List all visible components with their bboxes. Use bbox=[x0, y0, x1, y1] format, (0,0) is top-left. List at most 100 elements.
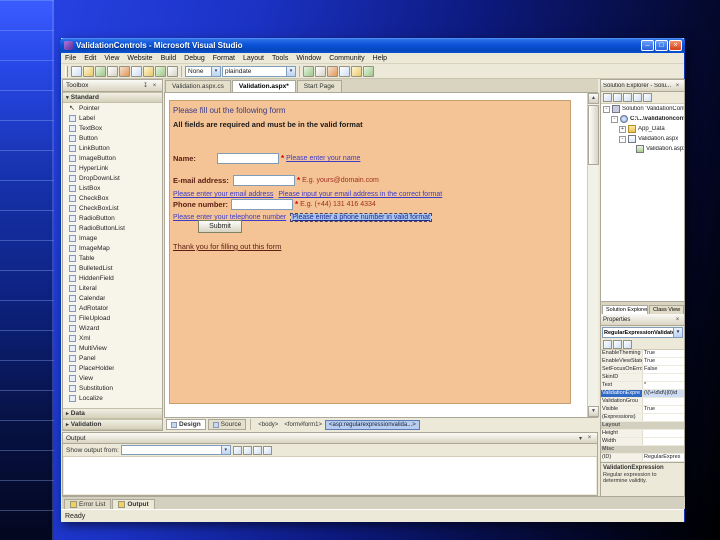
editor-vertical-scrollbar[interactable]: ▲ ▼ bbox=[587, 93, 599, 417]
toolbox-item-checkboxlist[interactable]: CheckBoxList bbox=[63, 203, 162, 213]
toolbox-item-image[interactable]: Image bbox=[63, 233, 162, 243]
redo-icon[interactable] bbox=[167, 65, 178, 77]
toolbox-item-linkbutton[interactable]: LinkButton bbox=[63, 143, 162, 153]
toolbox-section-standard[interactable]: ▾ Standard bbox=[63, 92, 162, 103]
font-name-combo[interactable]: plaindate ▾ bbox=[222, 65, 296, 77]
expander-icon[interactable]: - bbox=[611, 115, 618, 123]
tree-item-solution-validationcontrols-1[interactable]: - Solution 'ValidationControls' (1 bbox=[601, 104, 684, 114]
toolbox-item-listbox[interactable]: ListBox bbox=[63, 183, 162, 193]
property-row-visible[interactable]: Visible True bbox=[601, 406, 684, 414]
toolbox-item-radiobuttonlist[interactable]: RadioButtonList bbox=[63, 223, 162, 233]
property-row-enabletheming[interactable]: EnableTheming True bbox=[601, 350, 684, 358]
expander-icon[interactable]: - bbox=[619, 135, 626, 143]
toolbox-item-substitution[interactable]: Substitution bbox=[63, 383, 162, 393]
chevron-down-icon[interactable]: ▾ bbox=[576, 435, 585, 442]
copy-icon[interactable] bbox=[131, 65, 142, 77]
property-pages-icon[interactable] bbox=[623, 339, 632, 349]
design-surface[interactable]: Please fill out the following form All f… bbox=[164, 93, 587, 417]
menu-item-tools[interactable]: Tools bbox=[268, 55, 292, 62]
menu-item-help[interactable]: Help bbox=[369, 55, 391, 62]
block-format-combo[interactable]: None ▾ bbox=[185, 65, 221, 77]
solution-explorer-icon[interactable] bbox=[315, 65, 326, 77]
toolbox-section-data[interactable]: ▸ Data bbox=[63, 408, 162, 419]
save-icon[interactable] bbox=[95, 65, 106, 77]
close-icon[interactable]: × bbox=[150, 83, 159, 89]
expander-icon[interactable]: - bbox=[603, 105, 610, 113]
toolbox-item-hiddenfield[interactable]: HiddenField bbox=[63, 273, 162, 283]
go-to-message-icon[interactable] bbox=[252, 445, 262, 455]
toolbox-item-table[interactable]: Table bbox=[63, 253, 162, 263]
toggle-word-wrap-icon[interactable] bbox=[242, 445, 252, 455]
toolbox-item-textbox[interactable]: TextBox bbox=[63, 123, 162, 133]
minimize-button[interactable]: – bbox=[641, 40, 654, 51]
window-title-bar[interactable]: ValidationControls - Microsoft Visual St… bbox=[60, 38, 685, 53]
tab-error-list[interactable]: Error List bbox=[64, 499, 112, 509]
properties-icon[interactable] bbox=[603, 93, 612, 102]
property-row-validationgrou[interactable]: ValidationGrou bbox=[601, 398, 684, 406]
property-row-skinid[interactable]: SkinID bbox=[601, 374, 684, 382]
property-row-layout[interactable]: Layout bbox=[601, 422, 684, 430]
property-row-height[interactable]: Height bbox=[601, 430, 684, 438]
tab-start-page[interactable]: Start Page bbox=[296, 80, 342, 92]
toolbox-item-imagemap[interactable]: ImageMap bbox=[63, 243, 162, 253]
toolbox-item-multiview[interactable]: MultiView bbox=[63, 343, 162, 353]
view-code-icon[interactable] bbox=[633, 93, 642, 102]
tab-solution-explorer[interactable]: Solution Explorer bbox=[602, 305, 648, 314]
scroll-down-icon[interactable]: ▼ bbox=[588, 406, 599, 417]
paste-icon[interactable] bbox=[143, 65, 154, 77]
open-file-icon[interactable] bbox=[83, 65, 94, 77]
toolbox-item-label[interactable]: Label bbox=[63, 113, 162, 123]
new-file-icon[interactable] bbox=[71, 65, 82, 77]
menu-item-file[interactable]: File bbox=[61, 55, 80, 62]
toolbox-item-dropdownlist[interactable]: DropDownList bbox=[63, 173, 162, 183]
menu-item-website[interactable]: Website bbox=[123, 55, 156, 62]
toolbox-item-hyperlink[interactable]: HyperLink bbox=[63, 163, 162, 173]
phone-input[interactable] bbox=[231, 199, 293, 210]
tab-validation-aspx[interactable]: Validation.aspx* bbox=[231, 80, 296, 92]
toolbox-item-imagebutton[interactable]: ImageButton bbox=[63, 153, 162, 163]
menu-item-layout[interactable]: Layout bbox=[239, 55, 268, 62]
property-row-enableviewstate[interactable]: EnableViewState True bbox=[601, 358, 684, 366]
email-format-validator[interactable]: Please input your email address in the c… bbox=[278, 191, 442, 198]
toolbox-item-radiobutton[interactable]: RadioButton bbox=[63, 213, 162, 223]
tree-item-validation-aspx[interactable]: - Validation.aspx bbox=[601, 134, 684, 144]
tab-validation-aspx-cs[interactable]: Validation.aspx.cs bbox=[165, 80, 231, 92]
toolbox-item-literal[interactable]: Literal bbox=[63, 283, 162, 293]
web-form-canvas[interactable]: Please fill out the following form All f… bbox=[169, 100, 571, 404]
tag-asp-regularexpressionvalida[interactable]: <asp:regularexpressionvalida...> bbox=[325, 419, 420, 430]
menu-item-window[interactable]: Window bbox=[292, 55, 325, 62]
property-row-validationexpre[interactable]: ValidationExpre (\(\+\d\d\)|0)\d bbox=[601, 390, 684, 398]
categorized-icon[interactable] bbox=[603, 339, 612, 349]
property-row-misc[interactable]: Misc bbox=[601, 446, 684, 454]
cut-icon[interactable] bbox=[119, 65, 130, 77]
pin-icon[interactable]: ↧ bbox=[141, 82, 150, 89]
start-debugging-icon[interactable] bbox=[303, 65, 314, 77]
close-icon[interactable]: × bbox=[585, 435, 594, 441]
property-row-width[interactable]: Width bbox=[601, 438, 684, 446]
maximize-button[interactable]: □ bbox=[655, 40, 668, 51]
close-pane-icon[interactable] bbox=[262, 445, 272, 455]
expander-icon[interactable]: + bbox=[619, 125, 626, 133]
toolbox-item-placeholder[interactable]: PlaceHolder bbox=[63, 363, 162, 373]
toolbox-item-wizard[interactable]: Wizard bbox=[63, 323, 162, 333]
submit-button[interactable]: Submit bbox=[198, 220, 242, 233]
clear-all-icon[interactable] bbox=[232, 445, 242, 455]
undo-icon[interactable] bbox=[155, 65, 166, 77]
tab-class-view[interactable]: Class View bbox=[649, 305, 684, 314]
alphabetical-icon[interactable] bbox=[613, 339, 622, 349]
toolbox-item-bulletedlist[interactable]: BulletedList bbox=[63, 263, 162, 273]
tree-item-validation-aspx-cs[interactable]: Validation.aspx.cs bbox=[601, 144, 684, 154]
toolbox-item-button[interactable]: Button bbox=[63, 133, 162, 143]
toolbox-item-view[interactable]: View bbox=[63, 373, 162, 383]
source-view-button[interactable]: Source bbox=[207, 419, 247, 430]
close-button[interactable]: × bbox=[669, 40, 682, 51]
command-window-icon[interactable] bbox=[363, 65, 374, 77]
error-list-icon[interactable] bbox=[351, 65, 362, 77]
menu-item-format[interactable]: Format bbox=[209, 55, 239, 62]
email-input[interactable] bbox=[233, 175, 295, 186]
scrollbar-thumb[interactable] bbox=[588, 105, 599, 165]
menu-item-build[interactable]: Build bbox=[157, 55, 181, 62]
property-row-expressions[interactable]: (Expressions) bbox=[601, 414, 684, 422]
property-row-text[interactable]: Text * bbox=[601, 382, 684, 390]
name-input[interactable] bbox=[217, 153, 279, 164]
